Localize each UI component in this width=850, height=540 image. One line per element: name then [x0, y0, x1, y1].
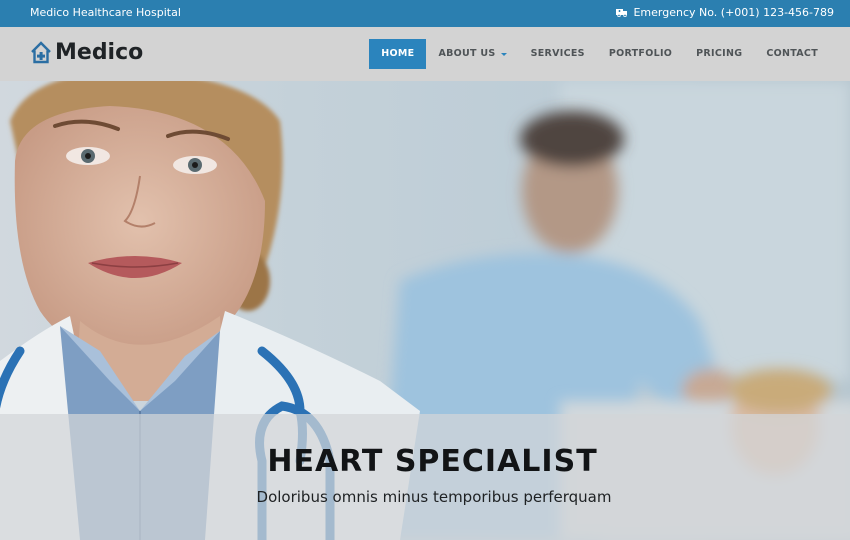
nav-home[interactable]: HOME	[369, 39, 427, 69]
main-nav: HOME ABOUT US SERVICES PORTFOLIO PRICING…	[369, 39, 830, 69]
nav-services-label: SERVICES	[530, 48, 585, 59]
nav-portfolio-label: PORTFOLIO	[608, 48, 673, 59]
nav-about-us-label: ABOUT US	[438, 48, 496, 59]
house-plus-icon	[31, 41, 51, 64]
nav-pricing-label: PRICING	[696, 48, 743, 59]
hero-caption: HEART SPECIALIST Doloribus omnis minus t…	[0, 414, 850, 540]
nav-contact[interactable]: CONTACT	[754, 39, 830, 69]
hero-slider: HEART SPECIALIST Doloribus omnis minus t…	[0, 81, 850, 540]
main-navbar: Medico HOME ABOUT US SERVICES PORTFOLIO …	[0, 27, 850, 81]
nav-contact-label: CONTACT	[766, 48, 818, 59]
ambulance-icon	[616, 9, 628, 17]
top-bar: Medico Healthcare Hospital Emergency No.…	[0, 0, 850, 27]
chevron-down-icon	[500, 52, 507, 56]
hero-title: HEART SPECIALIST	[267, 444, 598, 479]
nav-services[interactable]: SERVICES	[519, 39, 597, 69]
nav-about-us[interactable]: ABOUT US	[426, 39, 518, 69]
nav-pricing[interactable]: PRICING	[684, 39, 754, 69]
hospital-name: Medico Healthcare Hospital	[30, 6, 181, 19]
nav-portfolio[interactable]: PORTFOLIO	[597, 39, 684, 69]
site-logo[interactable]: Medico	[30, 41, 143, 65]
emergency-contact: Emergency No. (+001) 123-456-789	[616, 6, 834, 19]
logo-text: Medico	[55, 40, 144, 65]
emergency-number: Emergency No. (+001) 123-456-789	[633, 6, 834, 19]
nav-home-label: HOME	[381, 48, 415, 59]
hero-subtitle: Doloribus omnis minus temporibus perferq…	[256, 488, 612, 506]
